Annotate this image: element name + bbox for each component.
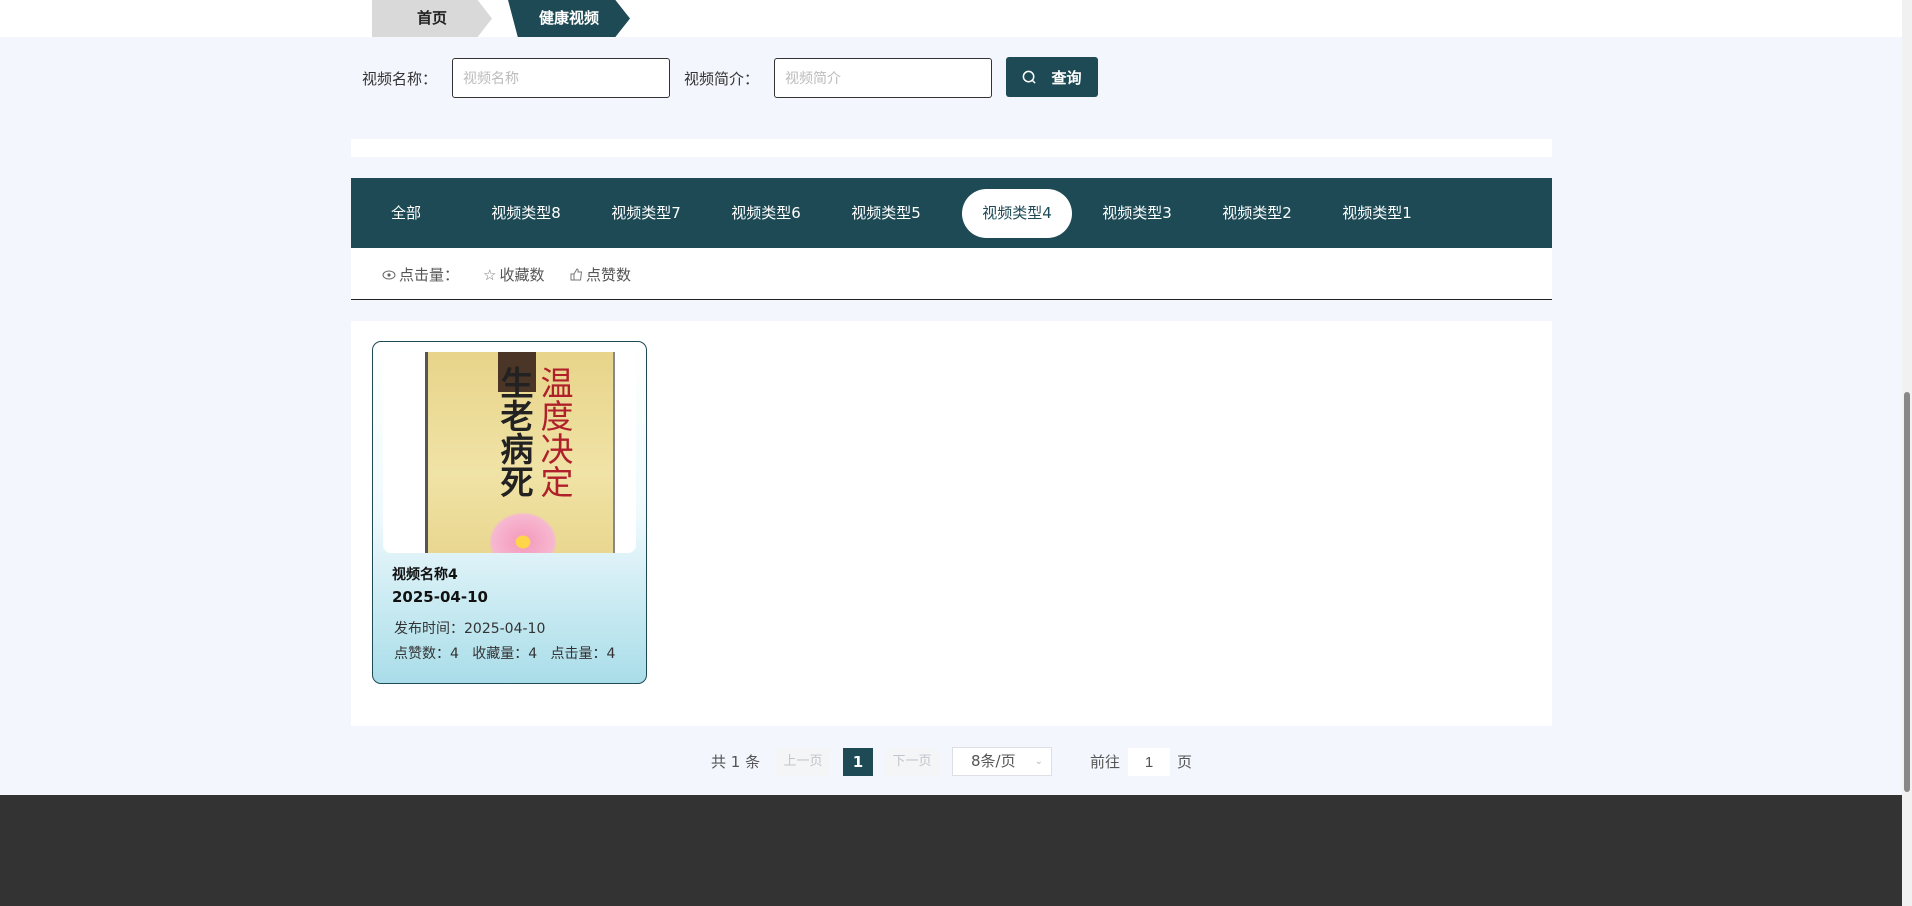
video-name-label: 视频名称：	[362, 68, 437, 89]
sort-clicks[interactable]: 点击量：	[382, 264, 459, 285]
cover-lotus	[483, 507, 563, 553]
video-date: 2025-04-10	[392, 588, 488, 606]
category-tabs: 全部 视频类型8 视频类型7 视频类型6 视频类型5 视频类型4 视频类型3 视…	[351, 178, 1552, 248]
tab-type8[interactable]: 视频类型8	[471, 189, 581, 238]
sort-favorites-label: 收藏数	[499, 264, 544, 285]
video-intro-label: 视频简介：	[684, 68, 759, 89]
page-size-value: 8条/页	[971, 752, 1016, 770]
cover-image: 温度决定生老病死	[425, 352, 615, 553]
cover-title-text: 温度决定生老病死	[494, 366, 574, 506]
search-button[interactable]: 查询	[1006, 57, 1098, 97]
breadcrumb-current: 健康视频	[508, 0, 630, 37]
goto-page-input[interactable]	[1128, 748, 1170, 776]
divider-strip	[351, 139, 1552, 157]
search-icon	[1022, 70, 1037, 85]
video-cover[interactable]: 温度决定生老病死	[383, 352, 636, 553]
sort-favorites[interactable]: ☆ 收藏数	[483, 264, 544, 285]
next-page-button[interactable]: 下一页	[885, 748, 939, 776]
tab-type6[interactable]: 视频类型6	[711, 189, 821, 238]
breadcrumb-home[interactable]: 首页	[372, 0, 492, 37]
sort-likes[interactable]: 点赞数	[570, 264, 631, 285]
star-icon: ☆	[483, 266, 496, 284]
sort-likes-label: 点赞数	[586, 264, 631, 285]
chevron-down-icon: ⌄	[1035, 748, 1043, 775]
tab-type3[interactable]: 视频类型3	[1082, 189, 1192, 238]
goto-label: 前往	[1090, 748, 1120, 776]
video-list: 温度决定生老病死 视频名称4 2025-04-10 发布时间：2025-04-1…	[351, 321, 1552, 726]
video-publish-time: 发布时间：2025-04-10	[394, 618, 545, 638]
video-card[interactable]: 温度决定生老病死 视频名称4 2025-04-10 发布时间：2025-04-1…	[372, 341, 647, 684]
page-size-select[interactable]: 8条/页 ⌄	[952, 747, 1052, 776]
tab-all[interactable]: 全部	[351, 189, 461, 238]
video-name-input[interactable]	[452, 58, 670, 98]
eye-icon	[382, 270, 396, 280]
tab-type7[interactable]: 视频类型7	[591, 189, 701, 238]
pagination-total: 共 1 条	[711, 748, 760, 776]
scrollbar-thumb[interactable]	[1904, 392, 1910, 792]
page-suffix: 页	[1177, 748, 1192, 776]
video-stats: 点赞数：4 收藏量：4 点击量：4	[394, 643, 615, 663]
video-intro-input[interactable]	[774, 58, 992, 98]
prev-page-button[interactable]: 上一页	[776, 748, 830, 776]
tab-type5[interactable]: 视频类型5	[831, 189, 941, 238]
top-bar	[0, 0, 1902, 37]
thumbs-up-icon	[570, 268, 583, 281]
sort-clicks-label: 点击量：	[399, 264, 459, 285]
footer	[0, 795, 1902, 906]
tab-type1[interactable]: 视频类型1	[1322, 189, 1432, 238]
tab-type2[interactable]: 视频类型2	[1202, 189, 1312, 238]
sort-bar: 点击量： ☆ 收藏数 点赞数	[351, 248, 1552, 300]
search-button-label: 查询	[1051, 67, 1081, 88]
video-title[interactable]: 视频名称4	[392, 564, 458, 584]
page-1-button[interactable]: 1	[843, 748, 873, 776]
tab-type4[interactable]: 视频类型4	[962, 189, 1072, 238]
